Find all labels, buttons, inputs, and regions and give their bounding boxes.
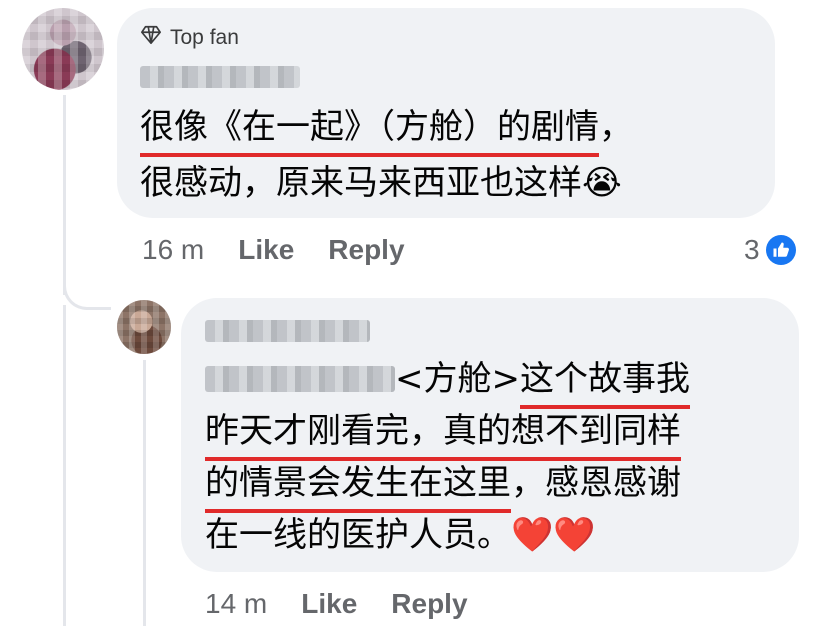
reply-text-line: 在一线的医护人员。❤️❤️ [205, 515, 596, 555]
reply-button[interactable]: Reply [328, 234, 404, 266]
commenter-name-blurred[interactable] [140, 66, 300, 88]
thread-connector [63, 305, 66, 626]
mentioned-user-blurred[interactable] [205, 366, 395, 392]
reply-button[interactable]: Reply [391, 588, 467, 620]
reply-text-line: <方舱>这个故事我 [395, 359, 690, 409]
top-fan-label: Top fan [170, 26, 239, 49]
reply-actions: 14 m Like Reply [205, 588, 468, 620]
replier-name-blurred[interactable] [205, 320, 370, 342]
reply-text-line: 昨天才刚看完，真的想不到同样 [205, 411, 681, 461]
red-hearts-emoji: ❤️❤️ [511, 515, 596, 555]
reply-text-line: 的情景会发生在这里，感恩感谢 [205, 463, 681, 513]
comment-text-line: 很像《在一起》（方舱）的剧情， [140, 107, 633, 157]
reply-timestamp[interactable]: 14 m [205, 588, 267, 620]
comment-text-line: 很感动，原来马来西亚也这样😭 [140, 163, 622, 203]
commenter-avatar[interactable] [22, 8, 104, 90]
replier-avatar[interactable] [117, 300, 171, 354]
reaction-count: 3 [744, 234, 760, 265]
diamond-icon [140, 24, 162, 52]
highlighted-text: 很像《在一起》（方舱）的剧情 [140, 107, 599, 157]
like-button[interactable]: Like [238, 234, 294, 266]
highlighted-text: 这个故事我 [519, 359, 690, 409]
highlighted-text: 的情景会发生在这里 [205, 463, 511, 513]
reaction-summary[interactable]: 3 [744, 234, 796, 266]
thread-connector [143, 360, 146, 626]
comment-actions: 16 m Like Reply [142, 234, 405, 266]
thread-connector [63, 95, 66, 295]
like-button[interactable]: Like [301, 588, 357, 620]
thread-connector-curve [63, 280, 111, 310]
comment-timestamp[interactable]: 16 m [142, 234, 204, 266]
top-fan-badge: Top fan [140, 24, 239, 52]
highlighted-text: 昨天才刚看完，真的想不到同样 [205, 411, 681, 461]
crying-face-emoji: 😭 [582, 163, 622, 203]
thumbs-up-icon [765, 235, 796, 265]
